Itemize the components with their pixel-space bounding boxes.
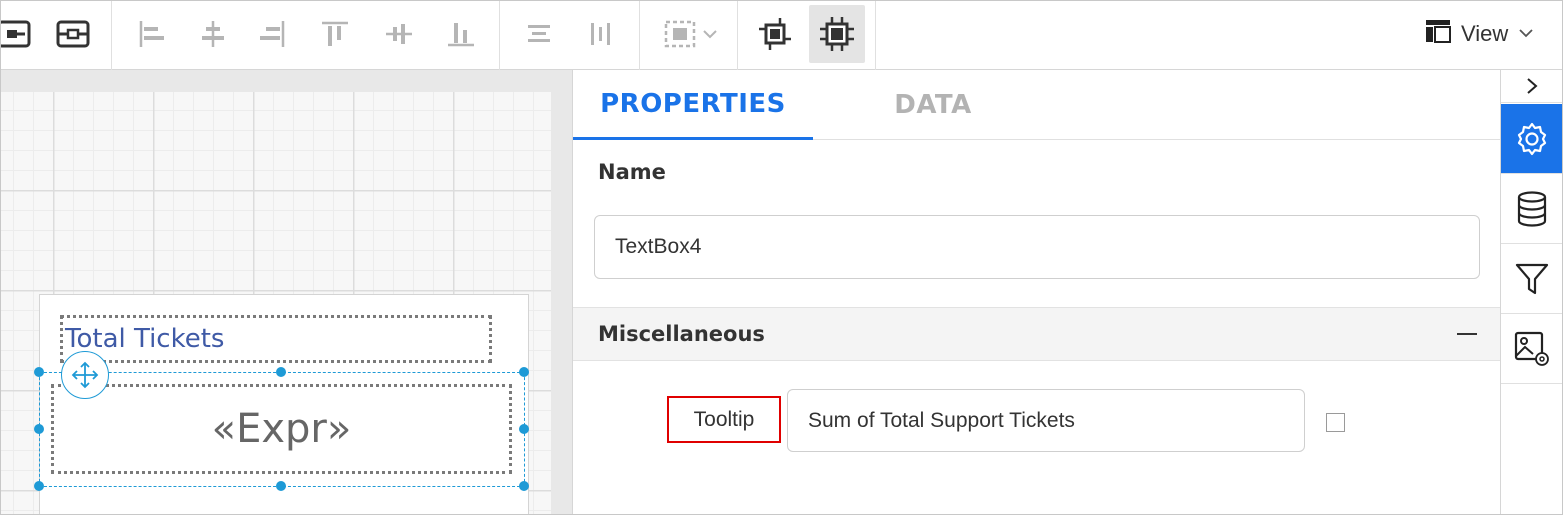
center-horizontal-icon[interactable]	[747, 5, 803, 63]
resize-handle-top-right[interactable]	[519, 367, 529, 377]
size-dropdown-icon[interactable]	[657, 5, 723, 63]
tooltip-expression-checkbox[interactable]	[1326, 413, 1345, 432]
align-left-icon[interactable]	[123, 5, 179, 63]
distribute-horizontal-icon[interactable]	[511, 5, 567, 63]
properties-panel: PROPERTIES DATA Name Miscellaneous Toolt…	[572, 70, 1501, 514]
pagebreak-after-icon[interactable]	[45, 5, 101, 63]
report-designer-window: View Total Tickets «Expr» PROPERTIES DAT…	[0, 0, 1563, 515]
collapse-chevron-icon[interactable]	[1501, 70, 1562, 103]
view-label: View	[1461, 21, 1509, 46]
view-menu-button[interactable]: View	[1425, 5, 1534, 63]
tab-data[interactable]: DATA	[813, 70, 1053, 140]
name-field[interactable]	[594, 215, 1480, 279]
collapse-minus-icon[interactable]	[1457, 333, 1477, 335]
pagebreak-before-icon[interactable]	[1, 5, 43, 63]
database-icon[interactable]	[1501, 174, 1562, 244]
center-both-icon[interactable]	[809, 5, 865, 63]
resize-handle-bottom-left[interactable]	[34, 481, 44, 491]
image-settings-icon[interactable]	[1501, 314, 1562, 384]
miscellaneous-section-header[interactable]: Miscellaneous	[573, 307, 1501, 361]
panel-tabs: PROPERTIES DATA	[573, 70, 1501, 140]
settings-gear-icon[interactable]	[1501, 104, 1562, 174]
resize-handle-left[interactable]	[34, 424, 44, 434]
toolbar: View	[1, 1, 1562, 70]
expression-textbox[interactable]: «Expr»	[51, 384, 512, 474]
align-middle-icon[interactable]	[371, 5, 427, 63]
resize-handle-top-left[interactable]	[34, 367, 44, 377]
resize-handle-bottom-right[interactable]	[519, 481, 529, 491]
filter-icon[interactable]	[1501, 244, 1562, 314]
chevron-down-icon	[1518, 25, 1534, 43]
toolbar-separator	[499, 1, 500, 70]
move-icon[interactable]	[61, 351, 109, 399]
toolbar-separator	[875, 1, 876, 70]
resize-handle-top[interactable]	[276, 367, 286, 377]
tooltip-label: Tooltip	[667, 396, 781, 443]
tab-properties[interactable]: PROPERTIES	[573, 70, 813, 140]
toolbar-separator	[639, 1, 640, 70]
expression-text: «Expr»	[211, 406, 352, 452]
section-title: Miscellaneous	[598, 322, 765, 346]
align-right-icon[interactable]	[245, 5, 301, 63]
align-bottom-icon[interactable]	[433, 5, 489, 63]
align-center-icon[interactable]	[185, 5, 241, 63]
tooltip-label-text: Tooltip	[693, 407, 755, 431]
distribute-vertical-icon[interactable]	[573, 5, 629, 63]
align-top-icon[interactable]	[307, 5, 363, 63]
title-text: Total Tickets	[65, 324, 225, 354]
tooltip-field[interactable]	[787, 389, 1305, 452]
name-label: Name	[598, 160, 666, 184]
resize-handle-bottom[interactable]	[276, 481, 286, 491]
layout-icon	[1425, 19, 1451, 49]
toolbar-separator	[737, 1, 738, 70]
resize-handle-right[interactable]	[519, 424, 529, 434]
design-canvas[interactable]: Total Tickets «Expr»	[1, 70, 572, 514]
side-icon-rail	[1500, 70, 1562, 514]
toolbar-separator	[111, 1, 112, 70]
